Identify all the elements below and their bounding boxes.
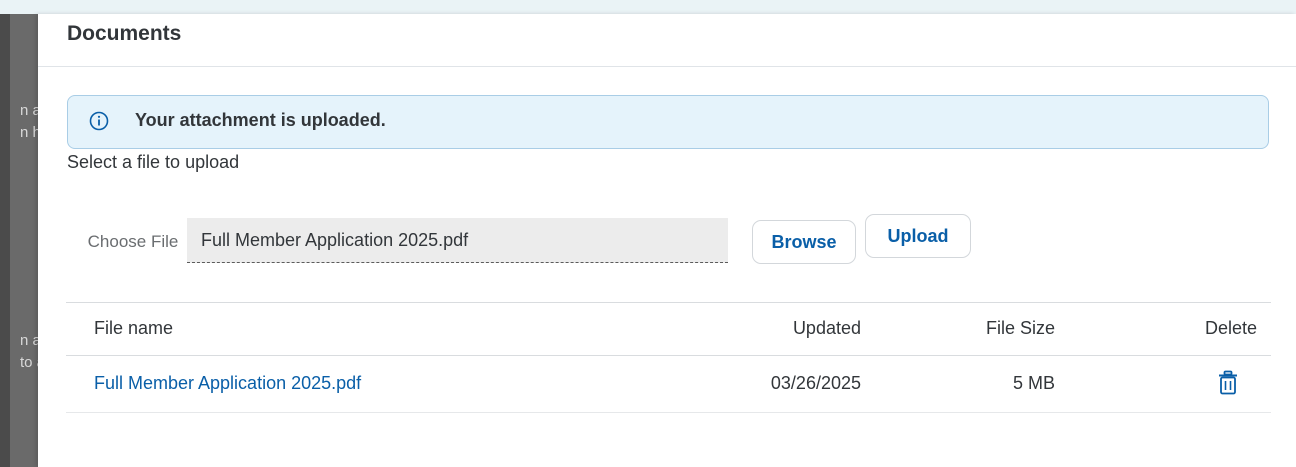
- browse-button[interactable]: Browse: [752, 220, 856, 264]
- file-name-input[interactable]: Full Member Application 2025.pdf: [187, 218, 728, 263]
- documents-dialog: Documents Your attachment is uploaded. S…: [38, 14, 1296, 467]
- dialog-title: Documents: [67, 22, 182, 45]
- file-name-value: Full Member Application 2025.pdf: [201, 230, 469, 250]
- file-name-link[interactable]: Full Member Application 2025.pdf: [94, 373, 361, 394]
- select-file-instruction: Select a file to upload: [67, 152, 240, 172]
- info-icon: [89, 111, 109, 131]
- message-text: Your attachment is uploaded.: [135, 110, 386, 130]
- table-header: File name Updated File Size Delete: [66, 302, 1271, 356]
- upload-success-message: Your attachment is uploaded.: [67, 95, 1269, 149]
- background-overlay: n a n h n a to a: [0, 14, 45, 467]
- column-header-delete: Delete: [1204, 318, 1257, 338]
- column-header-updated[interactable]: Updated: [793, 318, 861, 339]
- documents-table: File name Updated File Size Delete Full …: [66, 302, 1271, 413]
- column-header-file-size[interactable]: File Size: [986, 318, 1055, 339]
- upload-button[interactable]: Upload: [865, 214, 971, 258]
- trash-icon[interactable]: [1217, 370, 1239, 396]
- overlay-edge: [0, 14, 10, 467]
- column-header-file-name[interactable]: File name: [94, 318, 173, 339]
- choose-file-label: Choose File: [87, 232, 179, 251]
- file-size: 5 MB: [1012, 373, 1055, 393]
- file-updated-date: 03/26/2025: [770, 373, 861, 393]
- table-row: Full Member Application 2025.pdf 03/26/2…: [66, 356, 1271, 413]
- dialog-header: Documents: [38, 14, 1296, 67]
